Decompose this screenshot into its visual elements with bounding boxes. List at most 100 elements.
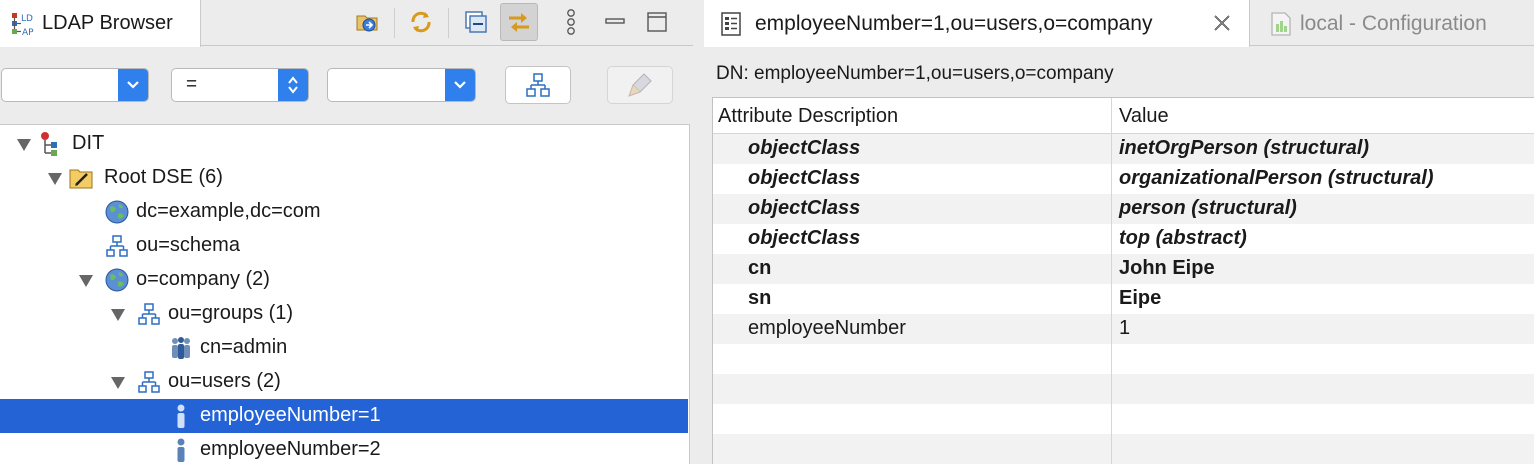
tab-entry-editor-label: employeeNumber=1,ou=users,o=company [755,12,1153,35]
view-menu-button[interactable] [552,3,590,41]
filter-operator-combo[interactable]: = [171,68,309,102]
ldap-browser-tabbar: LD AP LDAP Browser [0,0,693,47]
chevron-down-icon[interactable] [118,69,148,101]
chevron-down-icon[interactable] [445,69,475,101]
ldap-browser-tab[interactable]: LD AP LDAP Browser [0,0,201,47]
table-row[interactable]: objectClass top (abstract) [713,224,1534,254]
tree-node-label: ou=schema [136,234,240,256]
stepper-icon[interactable] [278,69,308,101]
value-cell[interactable]: 1 [1119,317,1130,340]
tree-node-o-company[interactable]: o=company (2) [0,263,688,297]
tab-local-configuration[interactable]: local - Configuration [1264,0,1534,46]
value-cell[interactable]: inetOrgPerson (structural) [1119,137,1369,160]
person-icon [177,438,185,462]
attribute-cell: cn [748,257,772,279]
expand-arrow-icon[interactable] [16,138,32,152]
table-row[interactable]: objectClass person (structural) [713,194,1534,224]
refresh-button[interactable] [402,3,440,41]
tree-node-employee-1[interactable]: employeeNumber=1 [0,399,688,433]
entry-editor-view: employeeNumber=1,ou=users,o=company loca… [704,0,1534,464]
expand-arrow-icon[interactable] [78,274,94,288]
tree-node-label: dc=example,dc=com [136,200,321,222]
value-cell[interactable]: John Eipe [1119,257,1215,280]
view-menu-icon [567,9,575,35]
expand-arrow-icon[interactable] [110,308,126,322]
maximize-button[interactable] [638,3,676,41]
column-header-attribute[interactable]: Attribute Description [718,105,898,128]
attribute-cell: objectClass [748,167,861,189]
attribute-cell: objectClass [748,137,861,159]
tab-entry-editor[interactable]: employeeNumber=1,ou=users,o=company [704,0,1250,47]
close-icon[interactable] [1211,12,1233,34]
tree-node-label: o=company (2) [136,268,270,290]
collapse-all-button[interactable] [457,3,495,41]
link-with-editor-button[interactable] [348,3,386,41]
attribute-cell: sn [748,287,772,309]
configuration-icon [1271,12,1291,36]
value-cell[interactable]: organizationalPerson (structural) [1119,167,1434,190]
tree-node-cn-admin[interactable]: cn=admin [0,331,688,365]
tree-node-ou-groups[interactable]: ou=groups (1) [0,297,688,331]
root-dse-icon [69,169,93,189]
tree-node-label: ou=users (2) [168,370,281,392]
org-unit-icon [526,73,550,97]
link-with-editor-icon [356,15,378,32]
tree-node-label: ou=groups (1) [168,302,294,324]
tree-node-ou-schema[interactable]: ou=schema [0,229,688,263]
pane-splitter[interactable] [693,0,704,464]
expand-arrow-icon[interactable] [47,172,63,186]
clear-filter-button[interactable] [607,66,673,104]
tree-node-dc-example[interactable]: dc=example,dc=com [0,195,688,229]
tab-local-configuration-label: local - Configuration [1300,12,1487,35]
attribute-cell: objectClass [748,197,861,219]
maximize-icon [647,12,667,32]
tree-node-dit[interactable]: DIT [0,127,688,161]
value-cell[interactable]: person (structural) [1119,197,1297,220]
table-row[interactable]: sn Eipe [713,284,1534,314]
table-row[interactable]: objectClass organizationalPerson (struct… [713,164,1534,194]
table-row[interactable]: cn John Eipe [713,254,1534,284]
group-icon [172,337,190,359]
org-unit-icon [106,235,128,257]
value-cell[interactable]: top (abstract) [1119,227,1247,250]
org-unit-icon [138,303,160,325]
tree-node-label: cn=admin [200,336,288,358]
filter-attribute-combo[interactable] [1,68,149,102]
filter-operator-value: = [186,74,198,95]
empty-row [713,434,1534,464]
attribute-cell: objectClass [748,227,861,249]
tree-node-label: employeeNumber=2 [200,438,381,460]
collapse-all-icon [465,11,487,33]
filter-value-combo[interactable] [327,68,476,102]
column-separator[interactable] [1111,98,1112,464]
empty-row [713,344,1534,374]
entry-dn-label: DN: employeeNumber=1,ou=users,o=company [716,63,1114,84]
minimize-button[interactable] [596,3,634,41]
refresh-icon [411,11,431,33]
empty-row [713,404,1534,434]
table-row[interactable]: objectClass inetOrgPerson (structural) [713,134,1534,164]
sync-with-editor-button[interactable] [500,3,538,41]
tree-node-employee-2[interactable]: employeeNumber=2 [0,433,688,464]
dit-tree: DIT Root DSE (6) dc=example,dc=com ou=sc… [0,124,690,464]
person-icon [177,404,185,428]
attribute-cell: employeeNumber [748,317,906,339]
apply-filter-button[interactable] [505,66,571,104]
clear-filter-icon [628,73,652,97]
org-unit-icon [138,371,160,393]
ldap-browser-icon: LD AP [12,12,34,38]
column-header-value[interactable]: Value [1119,105,1169,128]
ldap-browser-view: LD AP LDAP Browser = DIT Root DSE (6) dc… [0,0,693,464]
minimize-icon [605,18,625,24]
expand-arrow-icon[interactable] [110,376,126,390]
attributes-table: Attribute Description Value objectClass … [712,97,1534,464]
sync-icon [509,13,529,32]
tree-node-ou-users[interactable]: ou=users (2) [0,365,688,399]
filter-bar: = [0,47,693,123]
value-cell[interactable]: Eipe [1119,287,1161,310]
tree-node-root-dse[interactable]: Root DSE (6) [0,161,688,195]
globe-icon [105,268,129,292]
table-row[interactable]: employeeNumber 1 [713,314,1534,344]
globe-icon [105,200,129,224]
tree-node-label: Root DSE (6) [104,166,223,188]
